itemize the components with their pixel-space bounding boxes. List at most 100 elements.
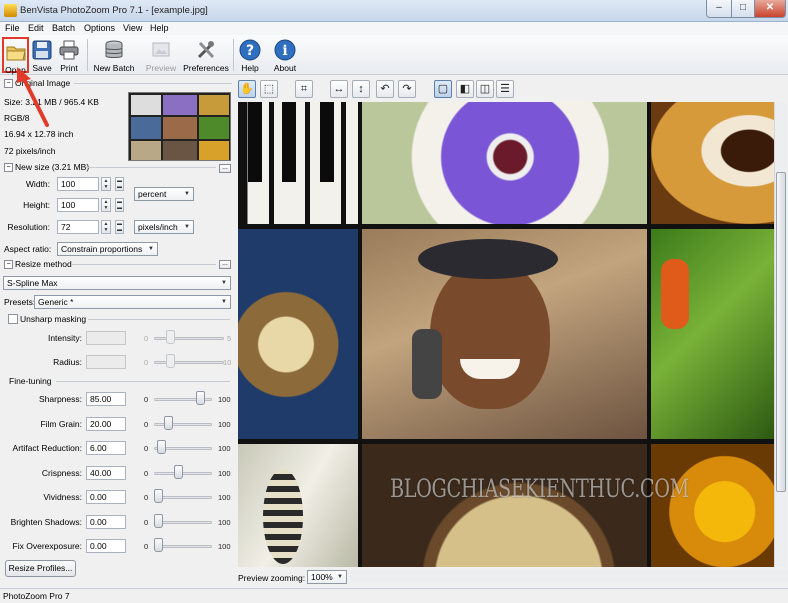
original-dimensions-text: 16.94 x 12.78 inch bbox=[4, 129, 74, 139]
fine-tuning-max: 100 bbox=[218, 395, 231, 404]
new-batch-button[interactable]: New Batch bbox=[92, 37, 136, 73]
chevron-down-icon: ▼ bbox=[221, 299, 227, 305]
section-divider bbox=[86, 167, 216, 168]
fine-tuning-slider-track[interactable] bbox=[154, 472, 212, 475]
fine-tuning-max: 100 bbox=[218, 518, 231, 527]
fine-tuning-value-input[interactable]: 20.00 bbox=[86, 417, 126, 431]
radius-label: Radius: bbox=[53, 357, 82, 367]
width-label: Width: bbox=[25, 179, 50, 189]
maximize-button[interactable]: □ bbox=[731, 0, 755, 18]
menu-batch[interactable]: Batch bbox=[52, 23, 75, 33]
resize-method-select[interactable]: S-Spline Max ▼ bbox=[3, 276, 231, 290]
crop-tool-icon[interactable]: ⌗ bbox=[295, 80, 313, 98]
fine-tuning-value-input[interactable]: 40.00 bbox=[86, 466, 126, 480]
hand-tool-icon[interactable]: ✋ bbox=[238, 80, 256, 98]
side-by-side-view-icon[interactable]: ◫ bbox=[476, 80, 494, 98]
fine-tuning-min: 0 bbox=[144, 518, 149, 527]
height-spinner[interactable]: ▲ ▼ bbox=[101, 198, 111, 212]
width-input[interactable]: 100 bbox=[57, 177, 99, 191]
intensity-slider-track[interactable] bbox=[154, 337, 224, 340]
fine-tuning-slider-thumb[interactable] bbox=[157, 440, 166, 454]
chevron-down-icon: ▼ bbox=[184, 191, 190, 197]
close-button[interactable]: ✕ bbox=[754, 0, 786, 18]
height-input[interactable]: 100 bbox=[57, 198, 99, 212]
fine-tuning-value-input[interactable]: 0.00 bbox=[86, 515, 126, 529]
split-view-icon[interactable]: ◧ bbox=[456, 80, 474, 98]
fit-width-icon[interactable]: ↔ bbox=[330, 80, 348, 98]
rotate-left-icon[interactable]: ↶ bbox=[376, 80, 394, 98]
radius-slider-track[interactable] bbox=[154, 361, 224, 364]
resolution-input[interactable]: 72 bbox=[57, 220, 99, 234]
minimize-button[interactable]: – bbox=[706, 0, 732, 18]
fine-tuning-slider-thumb[interactable] bbox=[154, 489, 163, 503]
collapse-resize-method-toggle[interactable]: − bbox=[4, 260, 13, 269]
fine-tuning-slider-thumb[interactable] bbox=[154, 538, 163, 552]
resolution-spinner[interactable]: ▲ ▼ bbox=[101, 220, 111, 234]
fine-tuning-value-input[interactable]: 85.00 bbox=[86, 392, 126, 406]
new-size-header: New size (3.21 MB) bbox=[15, 162, 90, 172]
menu-view[interactable]: View bbox=[123, 23, 142, 33]
radius-input[interactable] bbox=[86, 355, 126, 369]
radius-slider-thumb[interactable] bbox=[166, 354, 175, 368]
link-width-height-icon[interactable]: ▬ ▬ bbox=[115, 177, 124, 191]
stacked-view-icon[interactable]: ☰ bbox=[496, 80, 514, 98]
fine-tuning-max: 100 bbox=[218, 420, 231, 429]
unsharp-masking-checkbox[interactable] bbox=[8, 314, 18, 324]
collapse-original-toggle[interactable]: − bbox=[4, 79, 13, 88]
fine-tuning-slider-thumb[interactable] bbox=[196, 391, 205, 405]
print-button[interactable]: Print bbox=[56, 37, 82, 73]
original-mode-text: RGB/8 bbox=[4, 113, 30, 123]
status-bar: PhotoZoom Pro 7 bbox=[0, 588, 788, 603]
width-spinner[interactable]: ▲ ▼ bbox=[101, 177, 111, 191]
original-image-more-button[interactable]: ... bbox=[219, 164, 231, 173]
fine-tuning-value-input[interactable]: 0.00 bbox=[86, 539, 126, 553]
aspect-ratio-select[interactable]: Constrain proportions ▼ bbox=[57, 242, 158, 256]
toolbar-separator bbox=[233, 39, 234, 71]
selection-tool-icon[interactable]: ⬚ bbox=[260, 80, 278, 98]
woman-phone-tile bbox=[362, 229, 647, 439]
fine-tuning-slider-thumb[interactable] bbox=[174, 465, 183, 479]
link-height-icon[interactable]: ▬ ▬ bbox=[115, 198, 124, 212]
open-button[interactable]: Open bbox=[2, 37, 29, 75]
radius-max: 10 bbox=[223, 358, 232, 367]
fine-tuning-slider-thumb[interactable] bbox=[164, 416, 173, 430]
save-button[interactable]: Save bbox=[30, 37, 54, 73]
intensity-slider-thumb[interactable] bbox=[166, 330, 175, 344]
window-title: BenVista PhotoZoom Pro 7.1 - [example.jp… bbox=[20, 5, 208, 16]
collapse-new-size-toggle[interactable]: − bbox=[4, 163, 13, 172]
size-unit-select[interactable]: percent ▼ bbox=[134, 187, 194, 201]
preview-zoom-select[interactable]: 100% ▼ bbox=[307, 570, 347, 584]
preferences-button[interactable]: Preferences bbox=[182, 37, 230, 73]
status-text: PhotoZoom Pro 7 bbox=[3, 591, 70, 601]
menu-help[interactable]: Help bbox=[150, 23, 169, 33]
about-button[interactable]: i About bbox=[270, 37, 300, 73]
link-resolution-icon[interactable]: ▬ ▬ bbox=[115, 220, 124, 234]
menu-options[interactable]: Options bbox=[84, 23, 115, 33]
rotate-right-icon[interactable]: ↷ bbox=[398, 80, 416, 98]
fine-tuning-value-input[interactable]: 6.00 bbox=[86, 441, 126, 455]
resolution-unit-select[interactable]: pixels/inch ▼ bbox=[134, 220, 194, 234]
fine-tuning-label: Vividness: bbox=[43, 492, 82, 502]
single-view-icon[interactable]: ▢ bbox=[434, 80, 452, 98]
preview-vertical-scrollbar[interactable] bbox=[774, 102, 787, 567]
preview-button[interactable]: Preview bbox=[143, 37, 179, 73]
resize-method-more-button[interactable]: ... bbox=[219, 260, 231, 269]
fine-tuning-slider-thumb[interactable] bbox=[154, 514, 163, 528]
intensity-max: 5 bbox=[227, 334, 232, 343]
help-button[interactable]: ? Help bbox=[237, 37, 263, 73]
watermark-text: BLOGCHIASEKIENTHUC.COM bbox=[390, 474, 690, 503]
fine-tuning-label: Crispness: bbox=[41, 468, 82, 478]
fine-tuning-label: Film Grain: bbox=[40, 419, 82, 429]
menu-file[interactable]: File bbox=[5, 23, 20, 33]
fine-tuning-value-input[interactable]: 0.00 bbox=[86, 490, 126, 504]
fine-tuning-slider-track[interactable] bbox=[154, 423, 212, 426]
intensity-input[interactable] bbox=[86, 331, 126, 345]
presets-select[interactable]: Generic * ▼ bbox=[34, 295, 231, 309]
resize-profiles-button[interactable]: Resize Profiles... bbox=[5, 560, 76, 577]
fit-height-icon[interactable]: ↕ bbox=[352, 80, 370, 98]
svg-text:i: i bbox=[282, 43, 287, 59]
fine-tuning-max: 100 bbox=[218, 469, 231, 478]
preview-horizontal-scrollbar[interactable] bbox=[350, 570, 788, 582]
menu-edit[interactable]: Edit bbox=[28, 23, 44, 33]
vertical-scroll-thumb[interactable] bbox=[776, 172, 786, 492]
